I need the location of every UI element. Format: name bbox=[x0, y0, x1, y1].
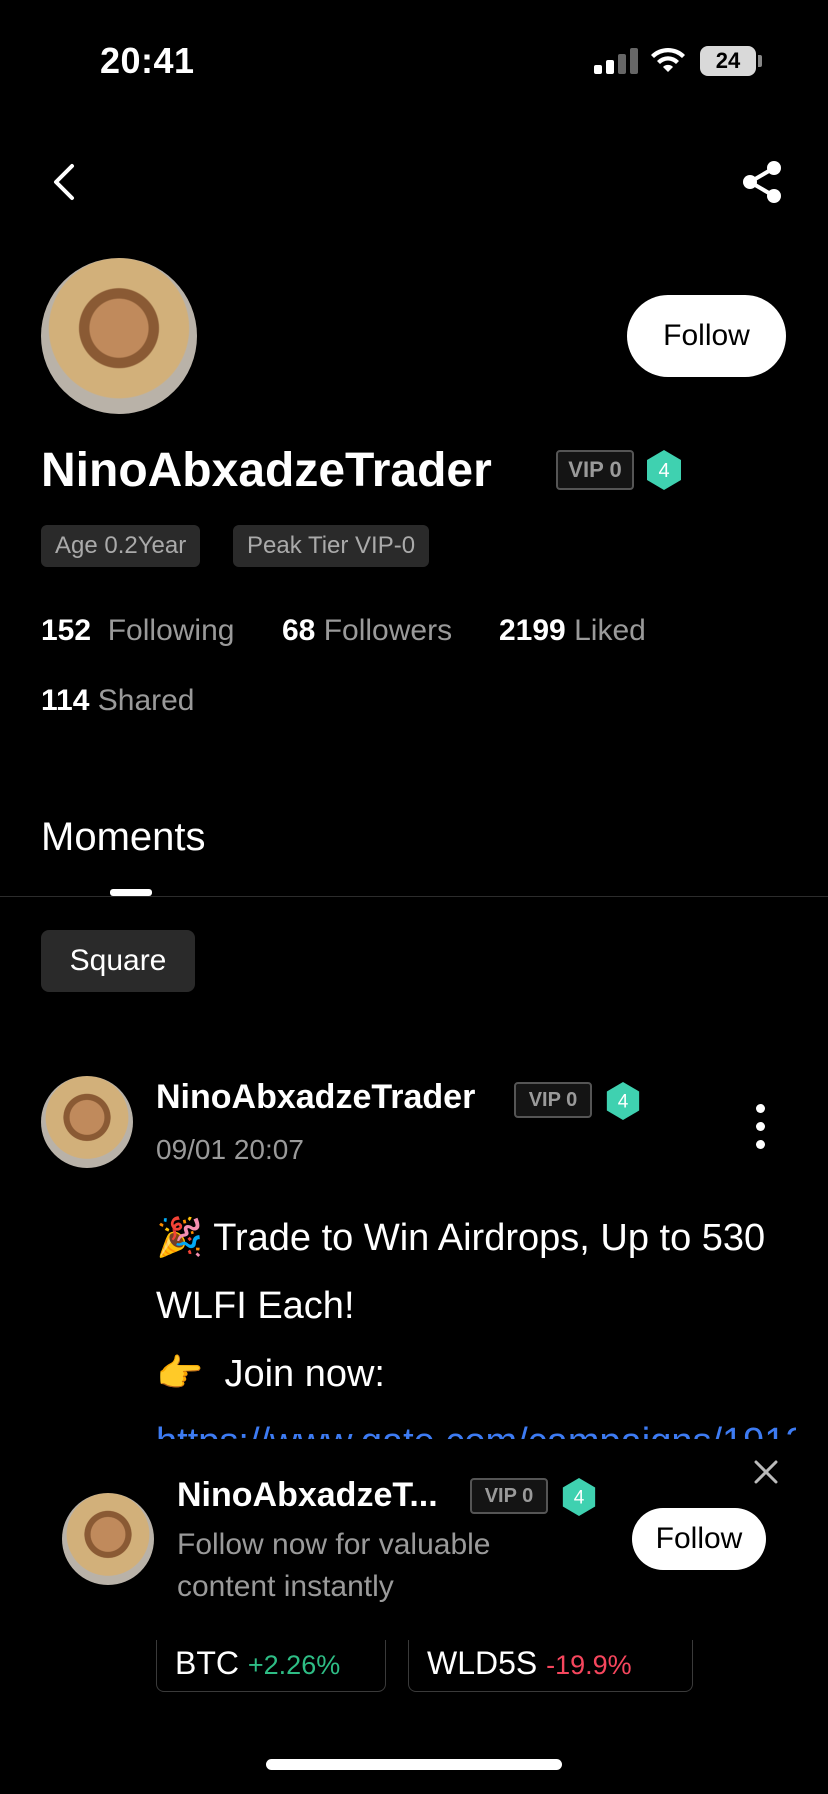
stat-liked[interactable]: 2199 Liked bbox=[499, 614, 646, 648]
liked-count: 2199 bbox=[499, 614, 566, 647]
shared-label: Shared bbox=[97, 684, 195, 717]
popup-follow-button[interactable]: Follow bbox=[632, 1508, 766, 1570]
popup-level-number: 4 bbox=[574, 1488, 585, 1509]
status-time: 20:41 bbox=[100, 40, 195, 81]
signal-icon bbox=[594, 46, 638, 74]
ticker-symbol: WLD5S bbox=[427, 1645, 538, 1681]
ticker-change: -19.9% bbox=[546, 1650, 632, 1680]
shared-count: 114 bbox=[41, 684, 90, 717]
following-count: 152 bbox=[41, 614, 92, 647]
square-filter-button[interactable]: Square bbox=[41, 930, 195, 992]
tab-divider bbox=[0, 896, 828, 897]
post-level-badge-icon: 4 bbox=[606, 1082, 640, 1120]
popup-avatar[interactable] bbox=[62, 1493, 154, 1585]
popup-author[interactable]: NinoAbxadzeT... bbox=[177, 1476, 438, 1515]
post-vip-badge: VIP 0 bbox=[514, 1082, 592, 1118]
ticker-change: +2.26% bbox=[247, 1650, 341, 1680]
stat-following[interactable]: 152 Following bbox=[41, 614, 234, 648]
age-tag: Age 0.2Year bbox=[41, 525, 201, 567]
share-icon[interactable] bbox=[738, 158, 786, 206]
level-number: 4 bbox=[658, 460, 669, 482]
popup-description: Follow now for valuable content instantl… bbox=[177, 1528, 491, 1603]
ticker-symbol: BTC bbox=[175, 1645, 239, 1681]
popup-vip-badge: VIP 0 bbox=[470, 1478, 548, 1514]
liked-label: Liked bbox=[574, 614, 646, 647]
post-level-number: 4 bbox=[618, 1092, 629, 1113]
battery-icon: 24 bbox=[700, 46, 756, 76]
close-icon[interactable] bbox=[752, 1458, 780, 1486]
post-author[interactable]: NinoAbxadzeTrader bbox=[156, 1078, 475, 1117]
post-body[interactable]: 🎉 Trade to Win Airdrops, Up to 530 WLFI … bbox=[156, 1204, 796, 1439]
ticker-chip[interactable]: BTC +2.26% bbox=[156, 1640, 386, 1692]
post-date: 09/01 20:07 bbox=[156, 1134, 304, 1165]
home-indicator bbox=[266, 1759, 562, 1770]
more-options-icon[interactable] bbox=[752, 1104, 768, 1150]
post-link[interactable]: https://www.gate.com/campaigns/1912 bbox=[156, 1421, 796, 1439]
stat-followers[interactable]: 68 Followers bbox=[282, 614, 452, 648]
stat-shared[interactable]: 114 Shared bbox=[41, 684, 195, 718]
following-label: Following bbox=[107, 614, 235, 647]
profile-avatar[interactable] bbox=[41, 258, 197, 414]
ticker-chip[interactable]: WLD5S -19.9% bbox=[408, 1640, 693, 1692]
tab-moments[interactable]: Moments bbox=[41, 815, 206, 860]
profile-username: NinoAbxadzeTrader bbox=[41, 444, 492, 497]
followers-label: Followers bbox=[323, 614, 453, 647]
popup-level-badge-icon: 4 bbox=[562, 1478, 596, 1516]
post-avatar[interactable] bbox=[41, 1076, 133, 1168]
follow-button[interactable]: Follow bbox=[627, 295, 786, 377]
tab-active-indicator bbox=[110, 889, 152, 896]
post-text-line1: Trade to Win Airdrops, Up to 530 WLFI Ea… bbox=[156, 1217, 766, 1327]
vip-badge: VIP 0 bbox=[556, 450, 634, 490]
post-text-line2: Join now: bbox=[224, 1353, 385, 1395]
level-badge-icon: 4 bbox=[647, 450, 681, 490]
wifi-icon bbox=[651, 47, 685, 72]
pointing-emoji-icon: 👉 bbox=[156, 1353, 204, 1395]
party-emoji-icon: 🎉 bbox=[156, 1217, 204, 1259]
back-icon[interactable] bbox=[44, 160, 84, 204]
followers-count: 68 bbox=[282, 614, 316, 647]
battery-tip bbox=[758, 55, 762, 67]
peak-tier-tag: Peak Tier VIP-0 bbox=[233, 525, 430, 567]
